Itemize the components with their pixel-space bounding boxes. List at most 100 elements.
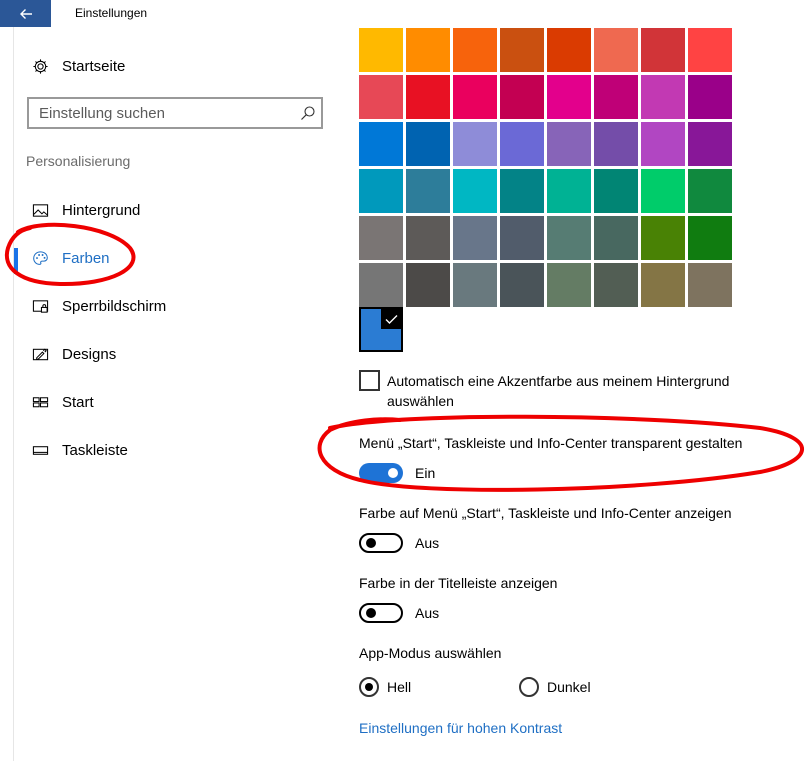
color-swatch[interactable] <box>641 75 685 119</box>
accent-color-grid <box>359 28 732 308</box>
color-swatch[interactable] <box>359 216 403 260</box>
gear-icon <box>31 57 49 75</box>
search-box[interactable] <box>27 97 323 129</box>
color-swatch[interactable] <box>406 122 450 166</box>
color-swatch[interactable] <box>453 263 497 307</box>
color-swatch[interactable] <box>359 28 403 72</box>
sidebar-item-label: Start <box>62 393 94 411</box>
color-swatch[interactable] <box>688 75 732 119</box>
color-swatch[interactable] <box>594 75 638 119</box>
color-swatch[interactable] <box>453 216 497 260</box>
color-titlebar-label: Farbe in der Titelleiste anzeigen <box>359 575 558 591</box>
color-swatch[interactable] <box>406 28 450 72</box>
color-swatch[interactable] <box>547 169 591 213</box>
sidebar-item-sperrbildschirm[interactable]: Sperrbildschirm <box>0 286 330 326</box>
color-swatch[interactable] <box>406 263 450 307</box>
color-swatch[interactable] <box>641 169 685 213</box>
search-input[interactable] <box>29 99 291 127</box>
picture-icon <box>31 201 49 219</box>
color-swatch[interactable] <box>688 216 732 260</box>
transparency-label: Menü „Start“, Taskleiste und Info-Center… <box>359 435 743 451</box>
sidebar-item-hintergrund[interactable]: Hintergrund <box>0 190 330 230</box>
active-indicator <box>14 248 18 274</box>
color-swatch[interactable] <box>688 263 732 307</box>
sidebar-item-label: Sperrbildschirm <box>62 297 167 315</box>
color-titlebar-state: Aus <box>415 605 440 621</box>
toggle-knob <box>366 538 376 548</box>
color-swatch[interactable] <box>500 169 544 213</box>
brush-icon <box>31 345 49 363</box>
window-title: Einstellungen <box>75 6 148 20</box>
color-on-start-label: Farbe auf Menü „Start“, Taskleiste und I… <box>359 505 732 521</box>
color-swatch[interactable] <box>500 28 544 72</box>
color-swatch[interactable] <box>547 263 591 307</box>
back-button[interactable] <box>0 0 51 27</box>
color-swatch[interactable] <box>500 216 544 260</box>
auto-accent-label: Automatisch eine Akzentfarbe aus meinem … <box>387 373 730 409</box>
color-swatch[interactable] <box>594 263 638 307</box>
color-swatch[interactable] <box>688 28 732 72</box>
color-swatch[interactable] <box>453 169 497 213</box>
color-swatch[interactable] <box>359 169 403 213</box>
sidebar-item-taskleiste[interactable]: Taskleiste <box>0 430 330 470</box>
selected-color-swatch[interactable] <box>359 307 403 352</box>
color-swatch[interactable] <box>453 28 497 72</box>
app-mode-dark-radio[interactable] <box>519 677 539 697</box>
color-swatch[interactable] <box>641 263 685 307</box>
sidebar-item-label: Taskleiste <box>62 441 128 459</box>
sidebar-item-start[interactable]: Start <box>0 382 330 422</box>
color-swatch[interactable] <box>453 122 497 166</box>
color-swatch[interactable] <box>547 28 591 72</box>
radio-dot <box>365 683 373 691</box>
color-swatch[interactable] <box>359 263 403 307</box>
high-contrast-link[interactable]: Einstellungen für hohen Kontrast <box>359 720 562 736</box>
color-swatch[interactable] <box>547 122 591 166</box>
color-on-start-toggle[interactable] <box>359 533 403 553</box>
section-header: Personalisierung <box>26 153 131 169</box>
app-mode-dark-label: Dunkel <box>547 679 591 695</box>
color-swatch[interactable] <box>359 122 403 166</box>
sidebar-item-label: Startseite <box>62 57 126 75</box>
taskbar-icon <box>31 441 49 459</box>
color-swatch[interactable] <box>594 28 638 72</box>
settings-window: Einstellungen Startseite Personalisierun… <box>0 0 810 761</box>
toggle-knob <box>366 608 376 618</box>
color-swatch[interactable] <box>500 263 544 307</box>
color-titlebar-toggle[interactable] <box>359 603 403 623</box>
color-swatch[interactable] <box>641 122 685 166</box>
sidebar-item-farben[interactable]: Farben <box>0 238 330 278</box>
search-icon[interactable] <box>300 105 316 121</box>
color-swatch[interactable] <box>406 169 450 213</box>
sidebar-item-label: Hintergrund <box>62 201 141 219</box>
checkmark-icon <box>381 309 401 329</box>
color-swatch[interactable] <box>547 75 591 119</box>
arrow-left-icon <box>19 8 32 19</box>
color-swatch[interactable] <box>641 216 685 260</box>
color-swatch[interactable] <box>406 75 450 119</box>
color-swatch[interactable] <box>688 122 732 166</box>
palette-icon <box>31 249 49 267</box>
color-swatch[interactable] <box>500 122 544 166</box>
color-swatch[interactable] <box>500 75 544 119</box>
color-swatch[interactable] <box>594 169 638 213</box>
sidebar-item-designs[interactable]: Designs <box>0 334 330 374</box>
color-swatch[interactable] <box>594 122 638 166</box>
auto-accent-checkbox[interactable] <box>359 370 380 391</box>
color-swatch[interactable] <box>641 28 685 72</box>
transparency-toggle[interactable] <box>359 463 403 483</box>
sidebar-item-label: Designs <box>62 345 117 363</box>
start-tiles-icon <box>31 393 49 411</box>
color-swatch[interactable] <box>594 216 638 260</box>
color-swatch[interactable] <box>406 216 450 260</box>
sidebar-item-home[interactable]: Startseite <box>0 46 330 86</box>
app-mode-light-label: Hell <box>387 679 412 695</box>
app-mode-light-radio[interactable] <box>359 677 379 697</box>
color-swatch[interactable] <box>688 169 732 213</box>
color-swatch[interactable] <box>359 75 403 119</box>
color-swatch[interactable] <box>453 75 497 119</box>
transparency-state: Ein <box>415 465 436 481</box>
color-on-start-state: Aus <box>415 535 440 551</box>
app-mode-label: App-Modus auswählen <box>359 645 502 661</box>
lock-screen-icon <box>31 297 49 315</box>
color-swatch[interactable] <box>547 216 591 260</box>
